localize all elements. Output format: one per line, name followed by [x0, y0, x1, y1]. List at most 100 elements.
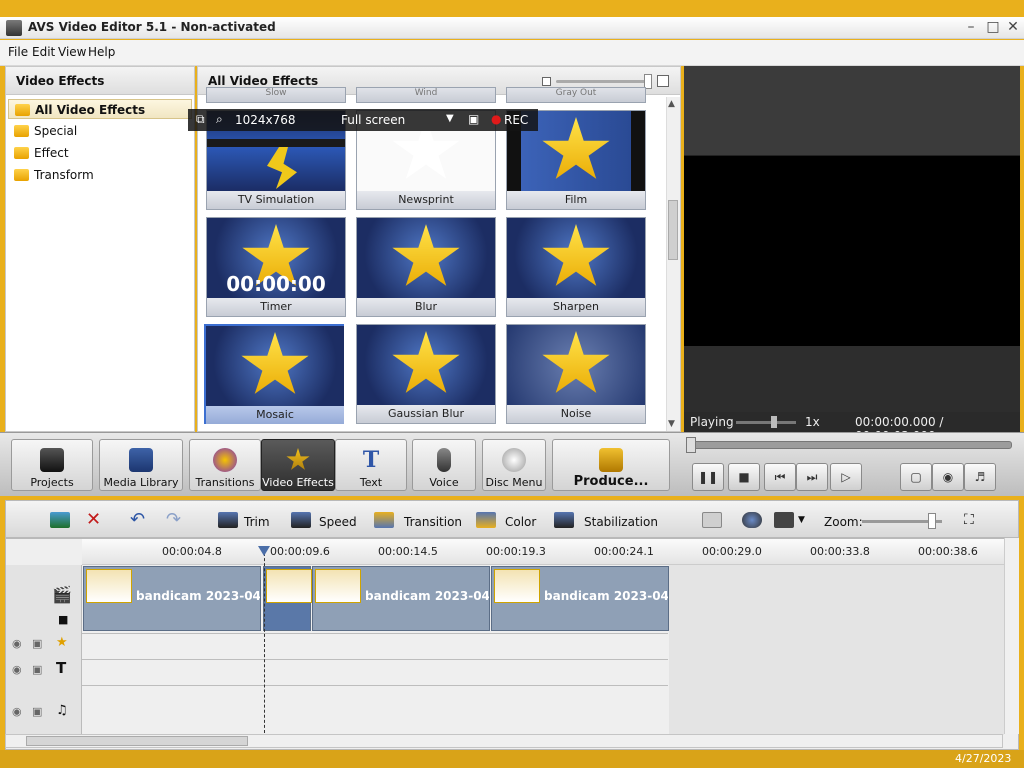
thumb-size-slider[interactable]: [556, 80, 648, 83]
tree-item-transform[interactable]: Transform: [8, 165, 192, 185]
scroll-up-icon[interactable]: ▲: [668, 99, 675, 109]
lock-icon[interactable]: ▣: [32, 663, 42, 676]
color-icon[interactable]: [476, 512, 496, 528]
gallery-scrollbar-thumb[interactable]: [668, 200, 678, 260]
timeline-clip[interactable]: bandicam 2023-04-...: [312, 566, 490, 631]
timeline-empty-area[interactable]: [669, 565, 1004, 735]
color-button[interactable]: Color: [505, 515, 536, 529]
disc-menu-button[interactable]: Disc Menu: [482, 439, 546, 491]
effect-tile-partial[interactable]: Slow: [206, 87, 346, 103]
folder-icon: [15, 104, 30, 116]
stabilization-icon[interactable]: [554, 512, 574, 528]
video-effects-button[interactable]: Video Effects: [261, 439, 335, 491]
minimize-button[interactable]: –: [962, 18, 980, 36]
seek-bar[interactable]: [690, 441, 1012, 449]
tree-item-all-video-effects[interactable]: All Video Effects: [8, 99, 192, 119]
volume-icon[interactable]: ♬: [964, 463, 996, 491]
timeline-clip[interactable]: [263, 566, 312, 631]
small-thumb-icon[interactable]: [542, 77, 551, 86]
transition-icon[interactable]: [374, 512, 394, 528]
lock-icon[interactable]: ▣: [32, 705, 42, 718]
gallery-scrollbar[interactable]: [666, 97, 680, 431]
disc-icon: [502, 448, 526, 472]
rec-label[interactable]: REC: [504, 113, 528, 127]
eye-icon[interactable]: ◉: [12, 705, 22, 718]
preview-screen[interactable]: [684, 156, 1020, 346]
pause-button[interactable]: ❚❚: [692, 463, 724, 491]
trim-icon[interactable]: [218, 512, 238, 528]
stabilization-button[interactable]: Stabilization: [584, 515, 658, 529]
voice-button[interactable]: Voice: [412, 439, 476, 491]
stop-button[interactable]: ■: [728, 463, 760, 491]
redo-icon[interactable]: ↷: [166, 509, 181, 530]
timeline-horizontal-scrollbar[interactable]: [5, 734, 1003, 748]
next-frame-button[interactable]: ⏭: [796, 463, 828, 491]
effect-tile-partial[interactable]: Wind: [356, 87, 496, 103]
speed-slider[interactable]: [736, 421, 796, 424]
projects-button[interactable]: Projects: [11, 439, 93, 491]
effect-tile-mosaic[interactable]: Mosaic: [204, 324, 344, 424]
transition-button[interactable]: Transition: [404, 515, 462, 529]
ruler-tick: 00:00:38.6: [918, 545, 978, 558]
playback-state: Playing: [690, 415, 734, 429]
storyboard-icon[interactable]: [50, 512, 70, 528]
speed-slider-handle[interactable]: [771, 416, 777, 428]
camera-icon[interactable]: ▣: [468, 112, 479, 126]
record-icon[interactable]: ●: [491, 112, 501, 126]
track-divider: [82, 633, 668, 634]
text-button[interactable]: T Text: [335, 439, 407, 491]
media-library-button[interactable]: Media Library: [99, 439, 183, 491]
effects-track-icon: ★: [56, 635, 68, 650]
webcam-icon[interactable]: [742, 512, 762, 528]
fullscreen-preview-button[interactable]: ▷: [830, 463, 862, 491]
speed-icon[interactable]: [291, 512, 311, 528]
window-mode-icon[interactable]: ⧉: [196, 112, 205, 127]
text-icon: T: [362, 447, 380, 473]
previous-frame-button[interactable]: ⏮: [764, 463, 796, 491]
scroll-down-icon[interactable]: ▼: [668, 419, 675, 429]
eye-icon[interactable]: ◉: [12, 637, 22, 650]
timeline-scrollbar-thumb[interactable]: [26, 736, 248, 746]
microphone-icon: [437, 448, 451, 472]
effect-tile-timer[interactable]: 00:00:00 Timer: [206, 217, 346, 317]
monitor-icon[interactable]: ▢: [900, 463, 932, 491]
maximize-button[interactable]: □: [984, 18, 1002, 36]
chevron-down-icon[interactable]: ▼: [446, 113, 454, 124]
large-thumb-icon[interactable]: [657, 75, 669, 87]
timeline-vertical-scrollbar[interactable]: [1004, 538, 1019, 734]
undo-icon[interactable]: ↶: [130, 509, 145, 530]
menu-edit[interactable]: Edit: [32, 45, 55, 59]
timeline-clip[interactable]: bandicam 2023-04-...: [491, 566, 669, 631]
tree-item-special[interactable]: Special: [8, 121, 192, 141]
lock-icon[interactable]: ▣: [32, 637, 42, 650]
display-icon[interactable]: [774, 512, 794, 528]
effect-tile-gaussian-blur[interactable]: Gaussian Blur: [356, 324, 496, 424]
capture-mode[interactable]: Full screen: [341, 113, 405, 127]
split-icon[interactable]: [702, 512, 722, 528]
close-button[interactable]: ✕: [1004, 18, 1022, 36]
chevron-down-icon[interactable]: ▼: [798, 515, 805, 525]
effect-tile-blur[interactable]: Blur: [356, 217, 496, 317]
trim-button[interactable]: Trim: [244, 515, 270, 529]
effect-tile-noise[interactable]: Noise: [506, 324, 646, 424]
speed-button[interactable]: Speed: [319, 515, 357, 529]
transitions-button[interactable]: Transitions: [189, 439, 261, 491]
effect-tile-partial[interactable]: Gray Out: [506, 87, 646, 103]
magnifier-icon[interactable]: ⌕: [216, 112, 223, 127]
tree-item-effect[interactable]: Effect: [8, 143, 192, 163]
timeline-clip[interactable]: bandicam 2023-04-...: [83, 566, 261, 631]
effect-tile-sharpen[interactable]: Sharpen: [506, 217, 646, 317]
mute-icon[interactable]: ■: [58, 613, 68, 626]
fit-to-window-icon[interactable]: ⛶: [964, 512, 974, 528]
seek-bar-handle[interactable]: [686, 437, 696, 453]
delete-icon[interactable]: ✕: [86, 509, 101, 530]
menu-file[interactable]: File: [8, 45, 28, 59]
menu-view[interactable]: View: [58, 45, 86, 59]
produce-button[interactable]: Produce...: [552, 439, 670, 491]
menu-help[interactable]: Help: [88, 45, 115, 59]
time-ruler[interactable]: 00:00:04.8 00:00:09.6 00:00:14.5 00:00:1…: [82, 539, 1004, 565]
zoom-slider-handle[interactable]: [928, 513, 936, 529]
snapshot-camera-icon[interactable]: ◉: [932, 463, 964, 491]
effects-category-panel: Video Effects All Video Effects Special …: [5, 66, 195, 432]
eye-icon[interactable]: ◉: [12, 663, 22, 676]
